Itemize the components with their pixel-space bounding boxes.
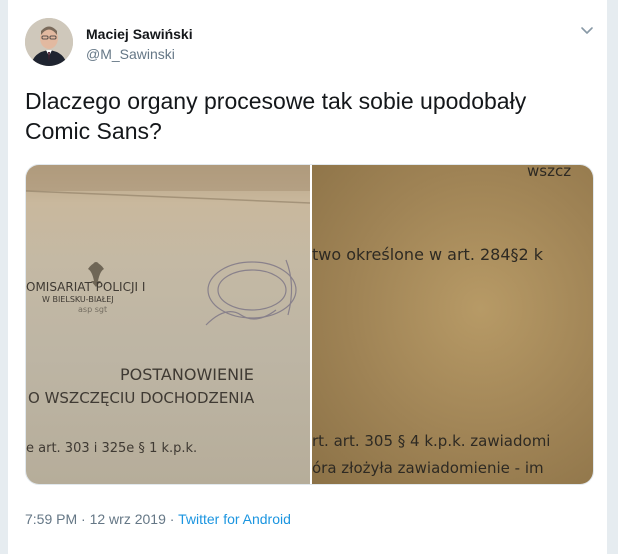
media-photo-left[interactable]: OMISARIAT POLICJI I W BIELSKU-BIAŁEJ asp… xyxy=(26,165,310,484)
user-handle[interactable]: @M_Sawinski xyxy=(86,46,175,62)
tweet-source-link[interactable]: Twitter for Android xyxy=(178,511,291,527)
doc-right-line-2: two określone w art. 284§2 k xyxy=(312,245,544,264)
document-texture xyxy=(26,165,310,326)
chevron-down-icon[interactable] xyxy=(579,22,595,38)
media-photo-right[interactable]: wszcz two określone w art. 284§2 k rt. a… xyxy=(312,165,593,484)
tweet-time[interactable]: 7:59 PM xyxy=(25,511,77,527)
tweet-text: Dlaczego organy procesowe tak sobie upod… xyxy=(25,88,527,144)
doc-line-5: e art. 303 i 325e § 1 k.p.k. xyxy=(26,441,198,456)
avatar[interactable] xyxy=(25,18,73,66)
tweet-date[interactable]: 12 wrz 2019 xyxy=(90,511,166,527)
doc-line-4: O WSZCZĘCIU DOCHODZENIA xyxy=(28,389,255,407)
doc-stamp-text: asp sgt xyxy=(78,305,108,314)
separator-dot: · xyxy=(81,511,86,527)
separator-dot: · xyxy=(169,511,175,527)
tweet-card: Maciej Sawiński @M_Sawinski Dlaczego org… xyxy=(7,0,608,554)
doc-right-line-3: rt. art. 305 § 4 k.p.k. zawiadomi xyxy=(312,432,551,450)
doc-line-2: W BIELSKU-BIAŁEJ xyxy=(42,295,114,304)
doc-line-1: OMISARIAT POLICJI I xyxy=(26,280,146,294)
stamp-mark xyxy=(205,259,297,326)
tweet-media[interactable]: OMISARIAT POLICJI I W BIELSKU-BIAŁEJ asp… xyxy=(25,164,594,485)
display-name[interactable]: Maciej Sawiński xyxy=(86,26,193,42)
tweet-footer: 7:59 PM · 12 wrz 2019 · Twitter for Andr… xyxy=(25,511,291,527)
doc-line-3: POSTANOWIENIE xyxy=(120,365,254,384)
avatar-photo xyxy=(25,18,73,66)
doc-right-line-4: óra złożyła zawiadomienie - im xyxy=(312,459,544,477)
doc-right-line-1: wszcz xyxy=(527,165,572,180)
